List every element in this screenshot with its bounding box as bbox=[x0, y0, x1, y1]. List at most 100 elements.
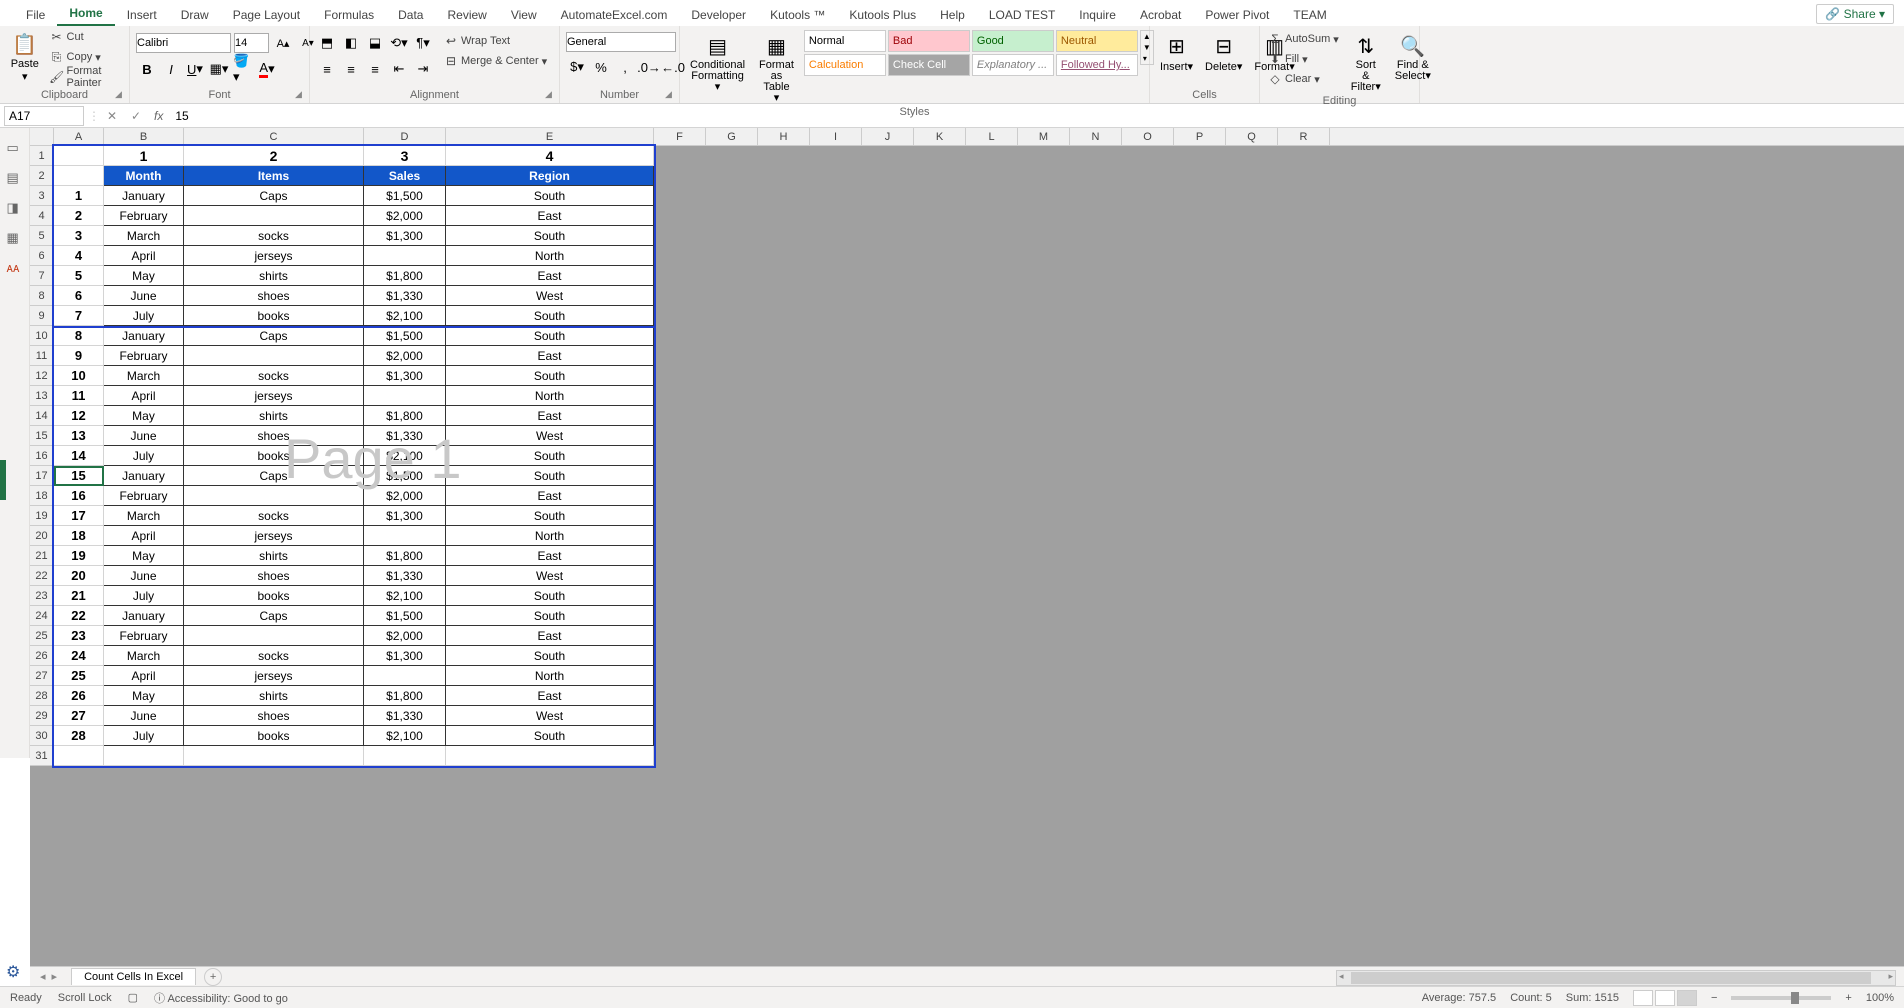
cell-A31[interactable] bbox=[54, 746, 104, 766]
cell-D7[interactable]: $1,800 bbox=[364, 266, 446, 286]
horizontal-scrollbar[interactable]: ◂ ▸ bbox=[1336, 970, 1896, 986]
cell-A30[interactable]: 28 bbox=[54, 726, 104, 746]
cell-D9[interactable]: $2,100 bbox=[364, 306, 446, 326]
cell-A28[interactable]: 26 bbox=[54, 686, 104, 706]
row-header-8[interactable]: 8 bbox=[30, 286, 54, 306]
row-header-13[interactable]: 13 bbox=[30, 386, 54, 406]
cell-D10[interactable]: $1,500 bbox=[364, 326, 446, 346]
cell-D21[interactable]: $1,800 bbox=[364, 546, 446, 566]
cell-D2[interactable]: Sales bbox=[364, 166, 446, 186]
col-header-B[interactable]: B bbox=[104, 128, 184, 145]
row-header-22[interactable]: 22 bbox=[30, 566, 54, 586]
cell-E22[interactable]: West bbox=[446, 566, 654, 586]
cell-A13[interactable]: 11 bbox=[54, 386, 104, 406]
find-select-button[interactable]: 🔍Find & Select▾ bbox=[1391, 30, 1435, 84]
cell-B5[interactable]: March bbox=[104, 226, 184, 246]
fx-icon[interactable]: fx bbox=[148, 109, 169, 123]
conditional-formatting-button[interactable]: ▤ Conditional Formatting ▾ bbox=[686, 30, 749, 95]
font-size-select[interactable] bbox=[234, 33, 269, 53]
cell-D3[interactable]: $1,500 bbox=[364, 186, 446, 206]
zoom-slider[interactable] bbox=[1731, 996, 1831, 1000]
ribbon-tab-draw[interactable]: Draw bbox=[169, 4, 221, 26]
style-bad[interactable]: Bad bbox=[888, 30, 970, 52]
decrease-indent-button[interactable]: ⇤ bbox=[388, 58, 410, 80]
page-layout-view-button[interactable] bbox=[1655, 990, 1675, 1006]
cell-B29[interactable]: June bbox=[104, 706, 184, 726]
cell-D15[interactable]: $1,330 bbox=[364, 426, 446, 446]
cell-A21[interactable]: 19 bbox=[54, 546, 104, 566]
cell-C24[interactable]: Caps bbox=[184, 606, 364, 626]
cell-A17[interactable]: 15 bbox=[54, 466, 104, 486]
cell-E15[interactable]: West bbox=[446, 426, 654, 446]
cell-C1[interactable]: 2 bbox=[184, 146, 364, 166]
cell-E31[interactable] bbox=[446, 746, 654, 766]
italic-button[interactable]: I bbox=[160, 58, 182, 80]
cell-C30[interactable]: books bbox=[184, 726, 364, 746]
fill-color-button[interactable]: 🪣▾ bbox=[232, 58, 254, 80]
cell-B20[interactable]: April bbox=[104, 526, 184, 546]
cell-C18[interactable] bbox=[184, 486, 364, 506]
cell-D31[interactable] bbox=[364, 746, 446, 766]
ribbon-tab-review[interactable]: Review bbox=[435, 4, 498, 26]
cell-B24[interactable]: January bbox=[104, 606, 184, 626]
align-bottom-button[interactable]: ⬓ bbox=[364, 32, 386, 54]
cell-D5[interactable]: $1,300 bbox=[364, 226, 446, 246]
cell-A6[interactable]: 4 bbox=[54, 246, 104, 266]
collapsed-panel-tab[interactable] bbox=[0, 460, 6, 500]
cell-D6[interactable] bbox=[364, 246, 446, 266]
cell-B4[interactable]: February bbox=[104, 206, 184, 226]
cell-C11[interactable] bbox=[184, 346, 364, 366]
cell-E30[interactable]: South bbox=[446, 726, 654, 746]
text-direction-button[interactable]: ¶▾ bbox=[412, 32, 434, 54]
row-header-4[interactable]: 4 bbox=[30, 206, 54, 226]
ribbon-tab-formulas[interactable]: Formulas bbox=[312, 4, 386, 26]
cell-E24[interactable]: South bbox=[446, 606, 654, 626]
cell-B9[interactable]: July bbox=[104, 306, 184, 326]
sheet-tab[interactable]: Count Cells In Excel bbox=[71, 968, 196, 985]
ribbon-tab-acrobat[interactable]: Acrobat bbox=[1128, 4, 1193, 26]
cell-B10[interactable]: January bbox=[104, 326, 184, 346]
ribbon-tab-page-layout[interactable]: Page Layout bbox=[221, 4, 312, 26]
cell-D1[interactable]: 3 bbox=[364, 146, 446, 166]
row-header-20[interactable]: 20 bbox=[30, 526, 54, 546]
row-header-12[interactable]: 12 bbox=[30, 366, 54, 386]
paste-button[interactable]: 📋 Paste ▾ bbox=[6, 28, 44, 85]
cell-B26[interactable]: March bbox=[104, 646, 184, 666]
cell-C23[interactable]: books bbox=[184, 586, 364, 606]
ribbon-tab-view[interactable]: View bbox=[499, 4, 549, 26]
col-header-L[interactable]: L bbox=[966, 128, 1018, 145]
cell-C2[interactable]: Items bbox=[184, 166, 364, 186]
clipboard-launcher[interactable]: ◢ bbox=[115, 89, 127, 101]
ribbon-tab-developer[interactable]: Developer bbox=[679, 4, 758, 26]
col-header-A[interactable]: A bbox=[54, 128, 104, 145]
col-header-F[interactable]: F bbox=[654, 128, 706, 145]
cell-C21[interactable]: shirts bbox=[184, 546, 364, 566]
number-launcher[interactable]: ◢ bbox=[665, 89, 677, 101]
row-header-17[interactable]: 17 bbox=[30, 466, 54, 486]
cell-A27[interactable]: 25 bbox=[54, 666, 104, 686]
col-header-Q[interactable]: Q bbox=[1226, 128, 1278, 145]
rail-icon-5[interactable]: ᴀᴀ bbox=[7, 260, 23, 276]
cell-D25[interactable]: $2,000 bbox=[364, 626, 446, 646]
orientation-button[interactable]: ⟲▾ bbox=[388, 32, 410, 54]
underline-button[interactable]: U▾ bbox=[184, 58, 206, 80]
row-header-18[interactable]: 18 bbox=[30, 486, 54, 506]
col-header-O[interactable]: O bbox=[1122, 128, 1174, 145]
row-header-27[interactable]: 27 bbox=[30, 666, 54, 686]
cell-A1[interactable] bbox=[54, 146, 104, 166]
cancel-formula-button[interactable]: ✕ bbox=[100, 109, 124, 123]
cell-E9[interactable]: South bbox=[446, 306, 654, 326]
cell-B8[interactable]: June bbox=[104, 286, 184, 306]
ribbon-tab-help[interactable]: Help bbox=[928, 4, 977, 26]
cell-E12[interactable]: South bbox=[446, 366, 654, 386]
cell-B30[interactable]: July bbox=[104, 726, 184, 746]
cell-B13[interactable]: April bbox=[104, 386, 184, 406]
cell-C13[interactable]: jerseys bbox=[184, 386, 364, 406]
row-header-10[interactable]: 10 bbox=[30, 326, 54, 346]
zoom-out-button[interactable]: − bbox=[1711, 992, 1717, 1004]
cell-E5[interactable]: South bbox=[446, 226, 654, 246]
rail-icon-4[interactable]: ▦ bbox=[7, 230, 23, 246]
cell-E4[interactable]: East bbox=[446, 206, 654, 226]
ribbon-tab-kutools-plus[interactable]: Kutools Plus bbox=[837, 4, 928, 26]
row-header-19[interactable]: 19 bbox=[30, 506, 54, 526]
